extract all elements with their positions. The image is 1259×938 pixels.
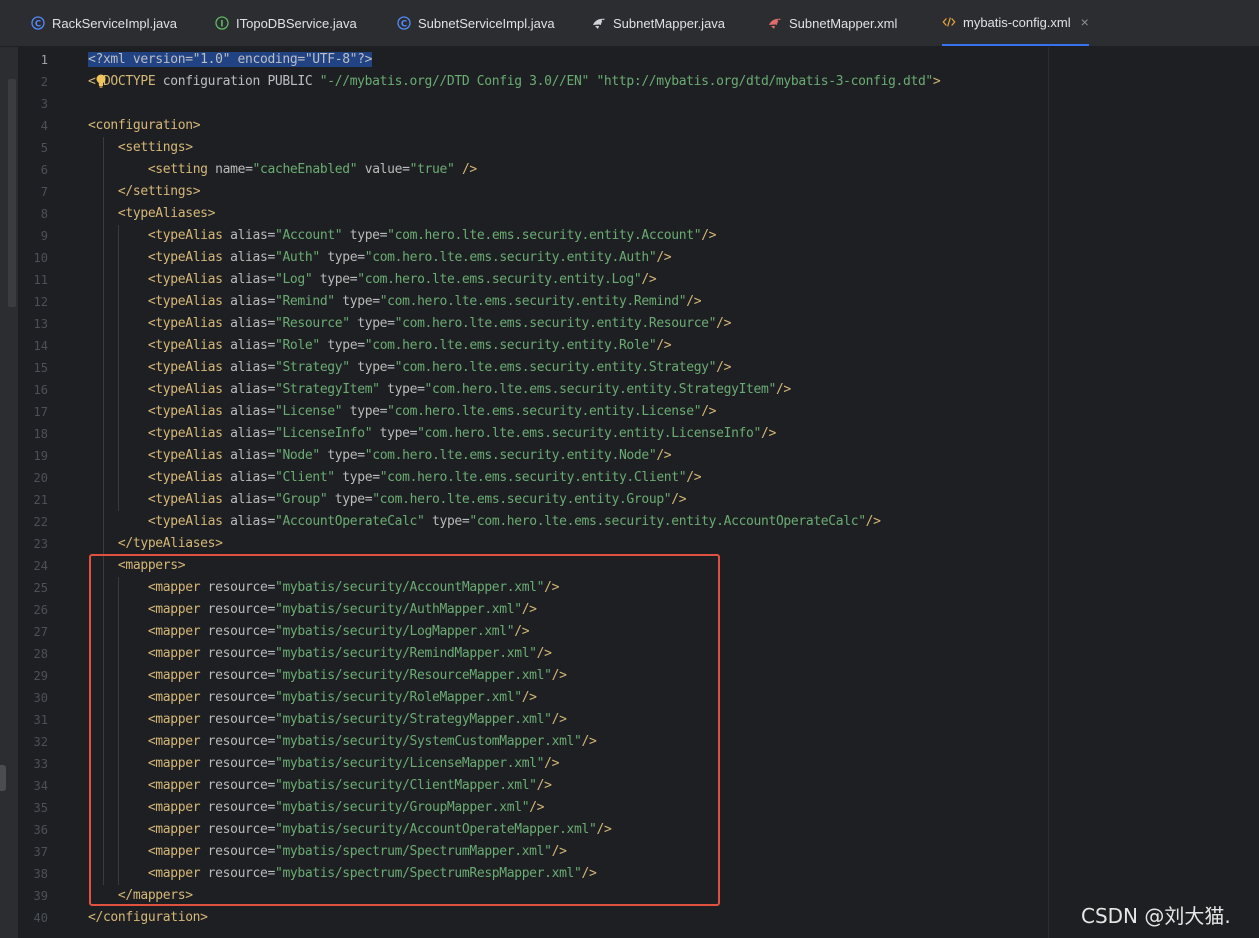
left-tool-rail [0,47,18,938]
code-line[interactable]: <typeAlias alias="Remind" type="com.hero… [88,291,702,313]
svg-text:I: I [220,19,223,29]
interface-icon: I [215,16,229,30]
code-line[interactable]: <typeAlias alias="Node" type="com.hero.l… [88,445,672,467]
code-line[interactable]: <typeAlias alias="Account" type="com.her… [88,225,717,247]
code-line[interactable]: </settings> [88,181,201,203]
code-line[interactable]: <typeAlias alias="AccountOperateCalc" ty… [88,511,881,533]
line-number: 37 [33,845,48,859]
code-line[interactable]: <!DOCTYPE configuration PUBLIC "-//mybat… [88,71,941,93]
xml-icon [942,15,956,29]
line-number: 31 [33,713,48,727]
line-number: 39 [33,889,48,903]
line-number: 11 [33,273,48,287]
tab-mybatis-config-xml[interactable]: mybatis-config.xml × [942,0,1089,46]
code-line[interactable]: <settings> [88,137,193,159]
line-number: 16 [33,383,48,397]
line-number: 29 [33,669,48,683]
line-number: 10 [33,251,48,265]
code-line[interactable]: <typeAlias alias="Auth" type="com.hero.l… [88,247,672,269]
code-line[interactable]: <typeAlias alias="Role" type="com.hero.l… [88,335,672,357]
code-line[interactable]: <configuration> [88,115,201,137]
code-line[interactable]: <typeAlias alias="License" type="com.her… [88,401,717,423]
tab-label: SubnetServiceImpl.java [418,15,555,31]
line-number: 14 [33,339,48,353]
rail-marker [0,765,6,791]
line-number: 26 [33,603,48,617]
line-number: 6 [40,163,48,177]
code-line[interactable]: <typeAliases> [88,203,216,225]
line-number: 5 [40,141,48,155]
line-number: 22 [33,515,48,529]
tab-label: RackServiceImpl.java [52,15,177,31]
line-number-gutter: 1 2 3 4 5 6 7 8 9 10 11 12 13 14 15 16 17 18 19 20 21 22 23 24 2… [18,47,88,938]
tab-subnetmapper-java[interactable]: SubnetMapper.java [592,0,725,46]
line-number: 33 [33,757,48,771]
line-number: 3 [40,97,48,111]
tab-label: mybatis-config.xml [963,14,1071,30]
close-tab-icon[interactable]: × [1081,14,1089,30]
code-line[interactable]: <setting name="cacheEnabled" value="true… [88,159,477,181]
line-number: 34 [33,779,48,793]
tab-subnetserviceimpl-java[interactable]: C SubnetServiceImpl.java [397,0,555,46]
lightbulb-icon[interactable] [96,74,106,88]
watermark: CSDN @刘大猫. [1081,904,1231,928]
code-line[interactable]: <typeAlias alias="Strategy" type="com.he… [88,357,732,379]
code-line[interactable]: <typeAlias alias="LicenseInfo" type="com… [88,423,776,445]
code-line[interactable]: </typeAliases> [88,533,223,555]
code-line[interactable]: <?xml version="1.0" encoding="UTF-8"?> [88,49,372,71]
line-number: 19 [33,449,48,463]
line-number: 25 [33,581,48,595]
mybatis-bird-icon [592,16,606,30]
line-number: 32 [33,735,48,749]
mybatis-bird-icon [768,16,782,30]
line-number: 20 [33,471,48,485]
line-number: 23 [33,537,48,551]
tab-subnetmapper-xml[interactable]: SubnetMapper.xml [768,0,897,46]
tab-itopodbservice-java[interactable]: I ITopoDBService.java [215,0,357,46]
line-number: 27 [33,625,48,639]
line-number: 38 [33,867,48,881]
tab-label: SubnetMapper.xml [789,15,898,31]
code-line[interactable]: <typeAlias alias="Client" type="com.hero… [88,467,702,489]
line-number: 13 [33,317,48,331]
svg-text:C: C [35,19,41,29]
code-line[interactable]: <typeAlias alias="Group" type="com.hero.… [88,489,687,511]
line-number: 15 [33,361,48,375]
line-number: 21 [33,493,48,507]
code-line[interactable]: <typeAlias alias="Resource" type="com.he… [88,313,732,335]
tab-rackserviceimpl-java[interactable]: C RackServiceImpl.java [31,0,177,46]
line-number: 2 [40,75,48,89]
line-number: 28 [33,647,48,661]
line-number: 9 [40,229,48,243]
tab-label: SubnetMapper.java [613,15,726,31]
tab-label: ITopoDBService.java [236,15,357,31]
mappers-highlight-box [89,554,720,906]
line-number: 1 [40,53,48,67]
line-number: 4 [40,119,48,133]
class-icon: C [397,16,411,30]
line-number: 8 [40,207,48,221]
line-number: 18 [33,427,48,441]
class-icon: C [31,16,45,30]
line-number: 12 [33,295,48,309]
line-number: 7 [40,185,48,199]
code-line[interactable]: </configuration> [88,907,208,929]
line-number: 40 [33,911,48,925]
rail-scroll-thumb[interactable] [8,79,16,307]
code-line[interactable]: <typeAlias alias="StrategyItem" type="co… [88,379,791,401]
line-number: 30 [33,691,48,705]
svg-text:C: C [401,19,407,29]
line-number: 36 [33,823,48,837]
line-number: 24 [33,559,48,573]
code-line[interactable]: <typeAlias alias="Log" type="com.hero.lt… [88,269,657,291]
editor-tab-bar: C RackServiceImpl.java I ITopoDBService.jav… [0,0,1259,47]
line-number: 17 [33,405,48,419]
line-number: 35 [33,801,48,815]
